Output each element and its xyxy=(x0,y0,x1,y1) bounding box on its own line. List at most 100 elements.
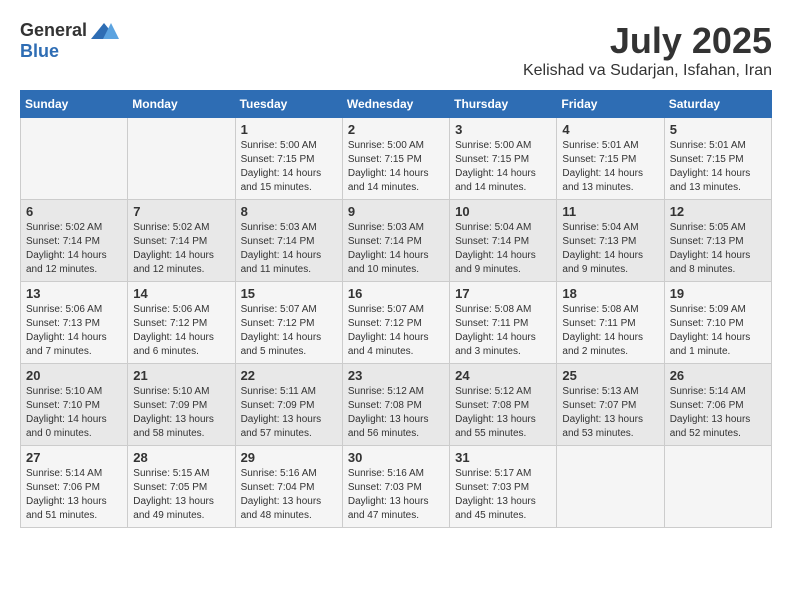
day-number: 12 xyxy=(670,204,766,219)
day-number: 18 xyxy=(562,286,658,301)
header-sunday: Sunday xyxy=(21,91,128,118)
calendar-cell: 22Sunrise: 5:11 AM Sunset: 7:09 PM Dayli… xyxy=(235,364,342,446)
day-info: Sunrise: 5:11 AM Sunset: 7:09 PM Dayligh… xyxy=(241,385,337,441)
calendar-table: SundayMondayTuesdayWednesdayThursdayFrid… xyxy=(20,90,772,528)
day-number: 1 xyxy=(241,122,337,137)
day-info: Sunrise: 5:04 AM Sunset: 7:14 PM Dayligh… xyxy=(455,221,551,277)
header-saturday: Saturday xyxy=(664,91,771,118)
calendar-cell: 10 Sunrise: 5:04 AM Sunset: 7:14 PM Dayli… xyxy=(450,200,557,282)
calendar-cell: 1Sunrise: 5:00 AM Sunset: 7:15 PM Daylig… xyxy=(235,118,342,200)
day-number: 13 xyxy=(26,286,122,301)
day-info: Sunrise: 5:03 AM Sunset: 7:14 PM Dayligh… xyxy=(348,221,444,277)
day-info: Sunrise: 5:04 AM Sunset: 7:13 PM Dayligh… xyxy=(562,221,658,277)
logo-general-text: General xyxy=(20,20,87,41)
day-number: 20 xyxy=(26,368,122,383)
day-number: 27 xyxy=(26,450,122,465)
calendar-cell: 3Sunrise: 5:00 AM Sunset: 7:15 PM Daylig… xyxy=(450,118,557,200)
day-number: 6 xyxy=(26,204,122,219)
day-number: 2 xyxy=(348,122,444,137)
calendar-cell: 7 Sunrise: 5:02 AM Sunset: 7:14 PM Daylig… xyxy=(128,200,235,282)
day-number: 23 xyxy=(348,368,444,383)
calendar-cell xyxy=(128,118,235,200)
calendar-cell: 9 Sunrise: 5:03 AM Sunset: 7:14 PM Daylig… xyxy=(342,200,449,282)
location-title: Kelishad va Sudarjan, Isfahan, Iran xyxy=(523,62,772,80)
calendar-cell: 17 Sunrise: 5:08 AM Sunset: 7:11 PM Dayli… xyxy=(450,282,557,364)
logo-blue-text: Blue xyxy=(20,41,59,62)
day-info: Sunrise: 5:13 AM Sunset: 7:07 PM Dayligh… xyxy=(562,385,658,441)
day-number: 30 xyxy=(348,450,444,465)
calendar-cell: 14 Sunrise: 5:06 AM Sunset: 7:12 PM Dayli… xyxy=(128,282,235,364)
day-info: Sunrise: 5:08 AM Sunset: 7:11 PM Dayligh… xyxy=(455,303,551,359)
day-number: 14 xyxy=(133,286,229,301)
day-number: 8 xyxy=(241,204,337,219)
calendar-cell xyxy=(557,446,664,528)
calendar-cell: 28Sunrise: 5:15 AM Sunset: 7:05 PM Dayli… xyxy=(128,446,235,528)
calendar-cell: 18 Sunrise: 5:08 AM Sunset: 7:11 PM Dayli… xyxy=(557,282,664,364)
calendar-cell: 31Sunrise: 5:17 AM Sunset: 7:03 PM Dayli… xyxy=(450,446,557,528)
calendar-cell: 26 Sunrise: 5:14 AM Sunset: 7:06 PM Dayli… xyxy=(664,364,771,446)
day-number: 29 xyxy=(241,450,337,465)
day-info: Sunrise: 5:00 AM Sunset: 7:15 PM Dayligh… xyxy=(348,139,444,195)
calendar-cell: 6 Sunrise: 5:02 AM Sunset: 7:14 PM Daylig… xyxy=(21,200,128,282)
day-info: Sunrise: 5:16 AM Sunset: 7:03 PM Dayligh… xyxy=(348,467,444,523)
calendar-cell: 12 Sunrise: 5:05 AM Sunset: 7:13 PM Dayli… xyxy=(664,200,771,282)
day-info: Sunrise: 5:12 AM Sunset: 7:08 PM Dayligh… xyxy=(455,385,551,441)
day-number: 21 xyxy=(133,368,229,383)
day-number: 26 xyxy=(670,368,766,383)
header-friday: Friday xyxy=(557,91,664,118)
day-info: Sunrise: 5:14 AM Sunset: 7:06 PM Dayligh… xyxy=(26,467,122,523)
calendar-cell xyxy=(21,118,128,200)
day-number: 15 xyxy=(241,286,337,301)
day-number: 9 xyxy=(348,204,444,219)
day-info: Sunrise: 5:14 AM Sunset: 7:06 PM Dayligh… xyxy=(670,385,766,441)
calendar-cell: 5Sunrise: 5:01 AM Sunset: 7:15 PM Daylig… xyxy=(664,118,771,200)
day-number: 31 xyxy=(455,450,551,465)
calendar-week-row: 1 Sunrise: 5:00 AM Sunset: 7:15 PM Daylig… xyxy=(21,118,772,200)
day-number: 10 xyxy=(455,204,551,219)
calendar-week-row: 13 Sunrise: 5:06 AM Sunset: 7:13 PM Dayli… xyxy=(21,282,772,364)
day-info: Sunrise: 5:03 AM Sunset: 7:14 PM Dayligh… xyxy=(241,221,337,277)
day-number: 7 xyxy=(133,204,229,219)
day-info: Sunrise: 5:06 AM Sunset: 7:12 PM Dayligh… xyxy=(133,303,229,359)
calendar-cell: 19 Sunrise: 5:09 AM Sunset: 7:10 PM Dayli… xyxy=(664,282,771,364)
calendar-cell: 23 Sunrise: 5:12 AM Sunset: 7:08 PM Dayli… xyxy=(342,364,449,446)
day-info: Sunrise: 5:07 AM Sunset: 7:12 PM Dayligh… xyxy=(348,303,444,359)
calendar-cell: 16 Sunrise: 5:07 AM Sunset: 7:12 PM Dayli… xyxy=(342,282,449,364)
day-info: Sunrise: 5:05 AM Sunset: 7:13 PM Dayligh… xyxy=(670,221,766,277)
day-info: Sunrise: 5:06 AM Sunset: 7:13 PM Dayligh… xyxy=(26,303,122,359)
day-info: Sunrise: 5:09 AM Sunset: 7:10 PM Dayligh… xyxy=(670,303,766,359)
day-number: 19 xyxy=(670,286,766,301)
day-number: 16 xyxy=(348,286,444,301)
day-info: Sunrise: 5:01 AM Sunset: 7:15 PM Dayligh… xyxy=(562,139,658,195)
day-info: Sunrise: 5:02 AM Sunset: 7:14 PM Dayligh… xyxy=(26,221,122,277)
calendar-cell: 11Sunrise: 5:04 AM Sunset: 7:13 PM Dayli… xyxy=(557,200,664,282)
day-info: Sunrise: 5:16 AM Sunset: 7:04 PM Dayligh… xyxy=(241,467,337,523)
day-info: Sunrise: 5:12 AM Sunset: 7:08 PM Dayligh… xyxy=(348,385,444,441)
calendar-cell: 8 Sunrise: 5:03 AM Sunset: 7:14 PM Daylig… xyxy=(235,200,342,282)
day-number: 28 xyxy=(133,450,229,465)
calendar-cell: 27 Sunrise: 5:14 AM Sunset: 7:06 PM Dayli… xyxy=(21,446,128,528)
calendar-cell: 21 Sunrise: 5:10 AM Sunset: 7:09 PM Dayli… xyxy=(128,364,235,446)
day-info: Sunrise: 5:02 AM Sunset: 7:14 PM Dayligh… xyxy=(133,221,229,277)
calendar-cell: 4Sunrise: 5:01 AM Sunset: 7:15 PM Daylig… xyxy=(557,118,664,200)
calendar-week-row: 27 Sunrise: 5:14 AM Sunset: 7:06 PM Dayli… xyxy=(21,446,772,528)
title-section: July 2025 Kelishad va Sudarjan, Isfahan,… xyxy=(523,20,772,80)
calendar-cell: 25 Sunrise: 5:13 AM Sunset: 7:07 PM Dayli… xyxy=(557,364,664,446)
header-wednesday: Wednesday xyxy=(342,91,449,118)
day-number: 17 xyxy=(455,286,551,301)
calendar-cell: 30 Sunrise: 5:16 AM Sunset: 7:03 PM Dayli… xyxy=(342,446,449,528)
day-info: Sunrise: 5:01 AM Sunset: 7:15 PM Dayligh… xyxy=(670,139,766,195)
day-info: Sunrise: 5:08 AM Sunset: 7:11 PM Dayligh… xyxy=(562,303,658,359)
calendar-cell: 29 Sunrise: 5:16 AM Sunset: 7:04 PM Dayli… xyxy=(235,446,342,528)
calendar-cell: 13 Sunrise: 5:06 AM Sunset: 7:13 PM Dayli… xyxy=(21,282,128,364)
day-info: Sunrise: 5:10 AM Sunset: 7:10 PM Dayligh… xyxy=(26,385,122,441)
calendar-cell: 15 Sunrise: 5:07 AM Sunset: 7:12 PM Dayli… xyxy=(235,282,342,364)
day-number: 25 xyxy=(562,368,658,383)
page-header: General Blue July 2025 Kelishad va Sudar… xyxy=(20,20,772,80)
day-number: 24 xyxy=(455,368,551,383)
header-thursday: Thursday xyxy=(450,91,557,118)
calendar-cell: 2 Sunrise: 5:00 AM Sunset: 7:15 PM Daylig… xyxy=(342,118,449,200)
calendar-header-row: SundayMondayTuesdayWednesdayThursdayFrid… xyxy=(21,91,772,118)
day-info: Sunrise: 5:10 AM Sunset: 7:09 PM Dayligh… xyxy=(133,385,229,441)
day-info: Sunrise: 5:07 AM Sunset: 7:12 PM Dayligh… xyxy=(241,303,337,359)
